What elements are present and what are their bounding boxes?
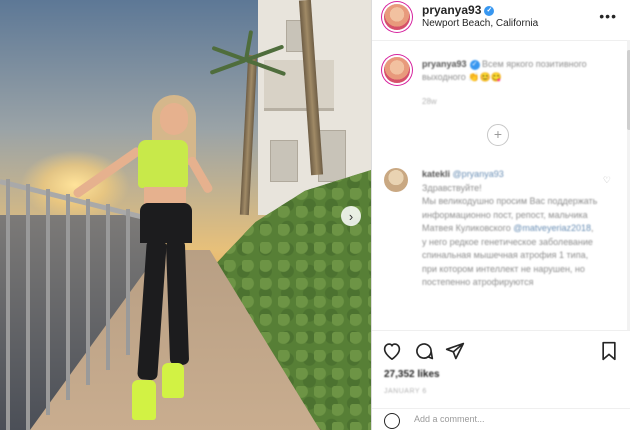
comment-username[interactable]: katekli [422,169,450,179]
commenter-avatar[interactable] [384,168,408,192]
share-send-icon[interactable] [445,341,465,361]
like-heart-icon[interactable] [382,341,402,361]
leggings-hips [140,203,192,243]
leggings-leg [165,239,190,366]
railing-bar [26,184,30,430]
post-username[interactable]: pryanya93 ✓ [422,3,495,17]
post-sidebar: pryanya93 ✓ Newport Beach, California •••… [371,0,630,431]
railing-bar [6,179,10,430]
railing-bar [46,189,50,415]
face [160,103,188,135]
next-photo-button[interactable]: › [341,206,361,226]
comment-mention[interactable]: @pryanya93 [453,169,504,179]
avatar[interactable] [384,4,410,30]
verified-badge-icon: ✓ [469,59,480,70]
username-text[interactable]: pryanya93 [422,3,481,17]
caption-time: 28w [422,97,437,106]
sports-top [138,140,188,188]
person-figure [71,95,240,430]
comment-like-icon[interactable]: ♡ [603,175,611,186]
likes-count[interactable]: 27,352 likes [384,369,440,380]
comment: katekli @pryanya93 Здравствуйте! Мы вели… [422,168,600,290]
post-location[interactable]: Newport Beach, California [422,18,538,29]
window [270,140,298,182]
comment-mention-2[interactable]: @matveyeriaz2018 [513,223,591,233]
leggings-leg [137,239,167,381]
more-options-icon[interactable]: ••• [599,8,617,24]
post-actions: 27,352 likes JANUARY 6 [372,330,630,431]
post-photo[interactable]: › [0,0,371,430]
load-more-comments-button[interactable]: + [487,124,509,146]
verified-badge-icon: ✓ [484,5,495,16]
sneaker [132,380,156,420]
add-comment-bar [372,408,630,432]
caption: pryanya93 ✓ Всем яркого позитивного выход… [422,58,592,84]
railing-bar [86,199,90,385]
comment-bubble-icon[interactable] [414,341,434,361]
add-comment-input[interactable] [412,413,566,425]
sneaker [162,363,184,398]
arm [186,155,214,195]
emoji-icons: 👏😊😋 [468,72,502,82]
caption-username[interactable]: pryanya93 [422,59,467,69]
save-bookmark-icon[interactable] [599,341,619,361]
comment-text-1: Здравствуйте! [422,182,482,193]
railing-bar [66,194,70,400]
post-date: JANUARY 6 [384,388,427,395]
post-header: pryanya93 ✓ Newport Beach, California ••• [372,0,630,41]
chevron-right-icon: › [348,208,354,224]
caption-avatar[interactable] [384,57,410,83]
emoji-icon[interactable] [384,413,400,429]
